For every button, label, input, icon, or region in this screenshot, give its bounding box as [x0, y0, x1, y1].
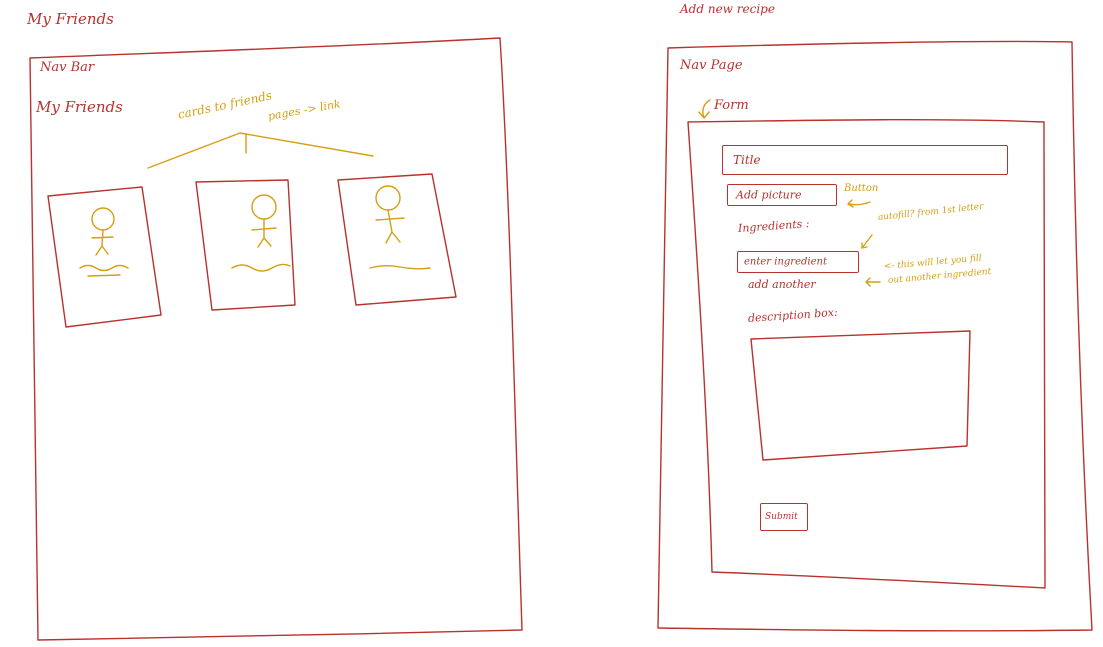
friend-card-2-outline [195, 179, 296, 311]
right-frame [657, 40, 1093, 632]
form-arrow-icon [698, 99, 711, 119]
ingredient-input[interactable]: enter ingredient [737, 251, 859, 273]
stick-figure-2 [231, 194, 291, 272]
stick-figure-3 [369, 185, 431, 270]
title-input-label: Title [733, 153, 761, 167]
add-another-arrow-icon [865, 277, 881, 287]
add-picture-button[interactable]: Add picture [727, 184, 837, 206]
right-page-title: Add new recipe [680, 2, 775, 16]
submit-button[interactable]: Submit [760, 503, 808, 531]
friend-card-3-outline [337, 173, 457, 306]
my-friends-heading: My Friends [36, 98, 123, 116]
submit-label: Submit [765, 512, 798, 522]
add-another-link[interactable]: add another [748, 278, 816, 291]
cards-bracket [147, 132, 374, 169]
title-input[interactable]: Title [722, 145, 1008, 175]
autofill-arrow-icon [861, 234, 873, 249]
sketch-canvas [29, 37, 1093, 641]
add-picture-label: Add picture [736, 188, 802, 202]
ingredient-input-label: enter ingredient [744, 256, 827, 268]
button-note: Button [844, 183, 879, 194]
form-label: Form [714, 98, 749, 113]
left-page-title: My Friends [27, 10, 114, 28]
left-frame [29, 37, 523, 641]
nav-page-label: Nav Page [680, 58, 743, 73]
description-box[interactable] [754, 338, 964, 450]
stick-figure-1 [79, 207, 129, 277]
button-note-arrow-icon [847, 199, 871, 208]
nav-bar-label: Nav Bar [40, 60, 95, 75]
